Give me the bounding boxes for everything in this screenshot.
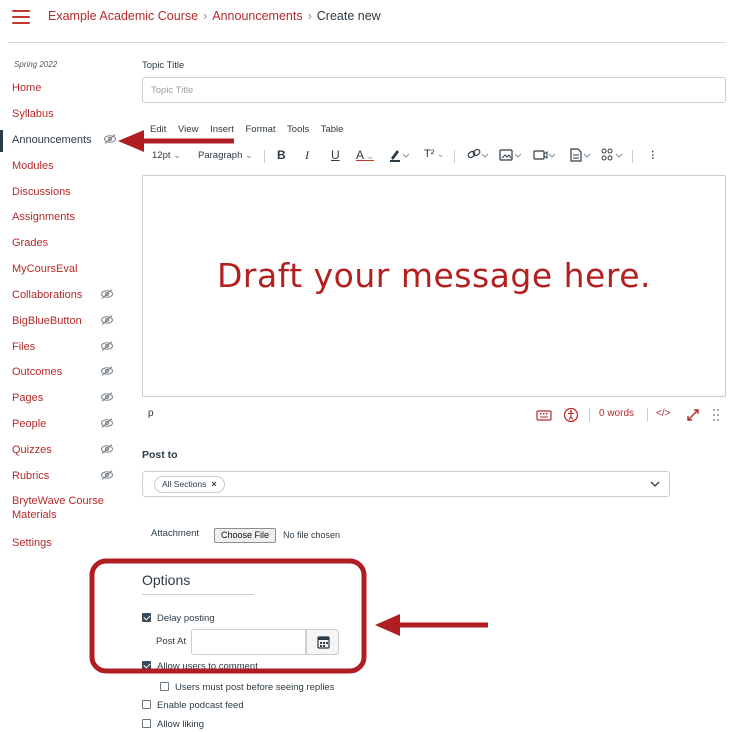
annotation-arrow-options bbox=[375, 614, 488, 636]
annotation-highlight-box bbox=[89, 558, 367, 674]
annotation-arrow-announcements bbox=[118, 130, 234, 152]
annotation-overlay bbox=[89, 130, 488, 674]
